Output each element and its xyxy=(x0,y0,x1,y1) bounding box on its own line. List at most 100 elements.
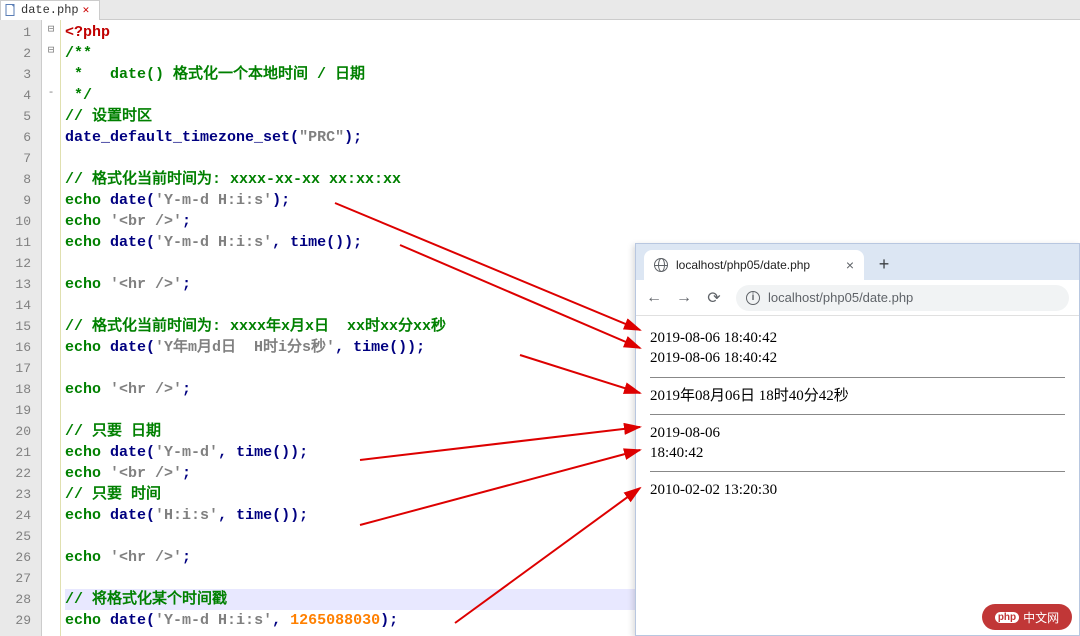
watermark-logo: php xyxy=(995,612,1019,623)
fold-marker xyxy=(42,398,60,419)
fold-marker xyxy=(42,524,60,545)
fold-marker xyxy=(42,62,60,83)
code-line[interactable]: // 设置时区 xyxy=(65,106,1076,127)
fold-marker xyxy=(42,293,60,314)
line-number: 23 xyxy=(6,484,31,505)
address-bar[interactable]: i localhost/php05/date.php xyxy=(736,285,1069,311)
close-icon[interactable]: ✕ xyxy=(83,3,90,17)
fold-marker xyxy=(42,482,60,503)
fold-marker[interactable]: ⊟ xyxy=(42,20,60,41)
output-hr xyxy=(650,414,1065,415)
output-line: 18:40:42 xyxy=(650,443,1065,463)
line-number-gutter: 1234567891011121314151617181920212223242… xyxy=(0,20,42,636)
nav-forward-icon[interactable]: → xyxy=(676,289,692,307)
line-number: 16 xyxy=(6,337,31,358)
fold-marker xyxy=(42,608,60,629)
editor-tabbar: date.php ✕ xyxy=(0,0,1080,20)
line-number: 9 xyxy=(6,190,31,211)
browser-toolbar: ← → ⟳ i localhost/php05/date.php xyxy=(636,280,1079,316)
line-number: 19 xyxy=(6,400,31,421)
fold-marker xyxy=(42,566,60,587)
code-line[interactable]: <?php xyxy=(65,22,1076,43)
code-line[interactable] xyxy=(65,148,1076,169)
line-number: 25 xyxy=(6,526,31,547)
code-line[interactable]: echo date('Y-m-d H:i:s'); xyxy=(65,190,1076,211)
fold-marker xyxy=(42,209,60,230)
nav-back-icon[interactable]: ← xyxy=(646,289,662,307)
nav-reload-icon[interactable]: ⟳ xyxy=(706,288,722,308)
code-line[interactable]: // 格式化当前时间为: xxxx-xx-xx xx:xx:xx xyxy=(65,169,1076,190)
fold-marker xyxy=(42,167,60,188)
browser-new-tab-button[interactable]: + xyxy=(870,252,898,280)
fold-marker xyxy=(42,125,60,146)
line-number: 18 xyxy=(6,379,31,400)
fold-marker xyxy=(42,188,60,209)
line-number: 10 xyxy=(6,211,31,232)
info-icon: i xyxy=(746,291,760,305)
output-line: 2019-08-06 18:40:42 xyxy=(650,348,1065,368)
line-number: 26 xyxy=(6,547,31,568)
line-number: 11 xyxy=(6,232,31,253)
code-line[interactable]: date_default_timezone_set("PRC"); xyxy=(65,127,1076,148)
line-number: 2 xyxy=(6,43,31,64)
fold-column: ⊟⊟ - xyxy=(42,20,60,636)
fold-marker xyxy=(42,335,60,356)
file-icon xyxy=(5,4,17,16)
browser-tab-title: localhost/php05/date.php xyxy=(676,258,810,272)
fold-marker xyxy=(42,314,60,335)
fold-marker xyxy=(42,272,60,293)
editor-tab-date-php[interactable]: date.php ✕ xyxy=(0,0,100,20)
line-number: 24 xyxy=(6,505,31,526)
root: date.php ✕ 12345678910111213141516171819… xyxy=(0,0,1080,636)
address-text: localhost/php05/date.php xyxy=(768,290,913,305)
fold-marker xyxy=(42,587,60,608)
watermark: php 中文网 xyxy=(982,604,1072,630)
fold-marker xyxy=(42,419,60,440)
fold-marker xyxy=(42,104,60,125)
globe-icon xyxy=(654,258,668,272)
line-number: 7 xyxy=(6,148,31,169)
fold-marker xyxy=(42,230,60,251)
browser-window: localhost/php05/date.php × + ← → ⟳ i loc… xyxy=(635,243,1080,636)
line-number: 1 xyxy=(6,22,31,43)
line-number: 14 xyxy=(6,295,31,316)
browser-tab-close-icon[interactable]: × xyxy=(846,257,854,273)
line-number: 13 xyxy=(6,274,31,295)
line-number: 12 xyxy=(6,253,31,274)
output-hr xyxy=(650,377,1065,378)
line-number: 5 xyxy=(6,106,31,127)
line-number: 17 xyxy=(6,358,31,379)
fold-marker xyxy=(42,356,60,377)
output-line: 2019-08-06 xyxy=(650,423,1065,443)
line-number: 22 xyxy=(6,463,31,484)
line-number: 6 xyxy=(6,127,31,148)
line-number: 20 xyxy=(6,421,31,442)
code-line[interactable]: */ xyxy=(65,85,1076,106)
browser-tabstrip: localhost/php05/date.php × + xyxy=(636,244,1079,280)
fold-marker xyxy=(42,146,60,167)
output-line: 2010-02-02 13:20:30 xyxy=(650,480,1065,500)
code-line[interactable]: * date() 格式化一个本地时间 / 日期 xyxy=(65,64,1076,85)
output-line: 2019年08月06日 18时40分42秒 xyxy=(650,386,1065,406)
fold-marker[interactable]: ⊟ xyxy=(42,41,60,62)
line-number: 28 xyxy=(6,589,31,610)
output-line: 2019-08-06 18:40:42 xyxy=(650,328,1065,348)
fold-marker xyxy=(42,377,60,398)
fold-marker xyxy=(42,461,60,482)
line-number: 8 xyxy=(6,169,31,190)
browser-tab[interactable]: localhost/php05/date.php × xyxy=(644,250,864,280)
code-line[interactable]: echo '<br />'; xyxy=(65,211,1076,232)
browser-content: 2019-08-06 18:40:42 2019-08-06 18:40:42 … xyxy=(636,316,1079,513)
line-number: 15 xyxy=(6,316,31,337)
fold-marker[interactable]: - xyxy=(42,83,60,104)
fold-marker xyxy=(42,503,60,524)
watermark-text: 中文网 xyxy=(1023,609,1059,626)
line-number: 3 xyxy=(6,64,31,85)
line-number: 27 xyxy=(6,568,31,589)
fold-marker xyxy=(42,251,60,272)
output-hr xyxy=(650,471,1065,472)
editor-tab-label: date.php xyxy=(21,3,79,17)
code-line[interactable]: /** xyxy=(65,43,1076,64)
line-number: 4 xyxy=(6,85,31,106)
fold-marker xyxy=(42,440,60,461)
